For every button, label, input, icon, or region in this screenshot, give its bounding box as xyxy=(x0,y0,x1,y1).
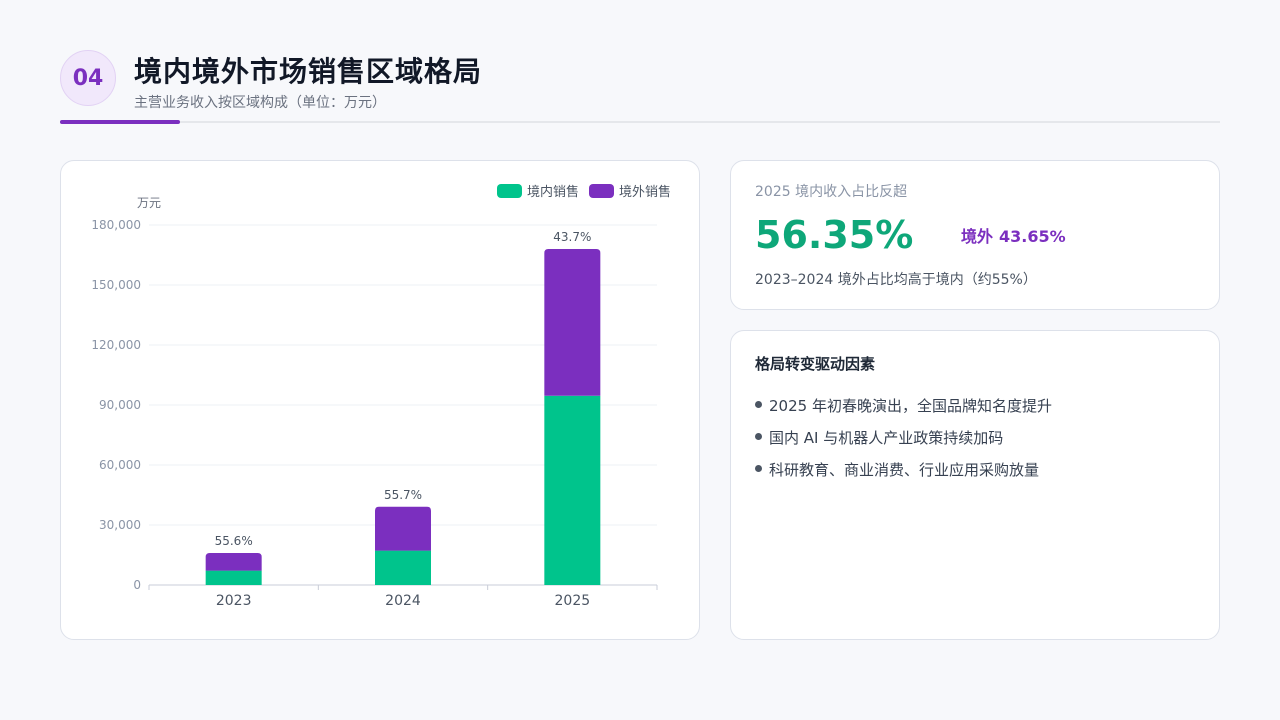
driver-text: 国内 AI 与机器人产业政策持续加码 xyxy=(769,429,1004,447)
bar-data-label: 43.7% xyxy=(553,230,591,244)
list-item: 国内 AI 与机器人产业政策持续加码 xyxy=(755,427,1052,459)
stat-label: 2025 境内收入占比反超 xyxy=(755,184,908,200)
legend-label: 境外销售 xyxy=(619,184,671,200)
list-item: 2025 年初春晚演出，全国品牌知名度提升 xyxy=(755,395,1052,427)
list-item: 科研教育、商业消费、行业应用采购放量 xyxy=(755,459,1052,491)
bar-segment-overseas xyxy=(544,249,601,396)
bullet-icon xyxy=(755,401,762,408)
stat-overseas-value: 43.65% xyxy=(999,227,1066,246)
x-tick-label: 2023 xyxy=(216,593,252,609)
y-axis-label: 万元 xyxy=(137,196,161,210)
y-tick-label: 150,000 xyxy=(91,278,141,292)
driver-text: 2025 年初春晚演出，全国品牌知名度提升 xyxy=(769,397,1052,415)
drivers-title: 格局转变驱动因素 xyxy=(755,355,876,373)
y-tick-label: 30,000 xyxy=(99,518,141,532)
chart-card: 0 30,000 60,000 90,000 120,000 150,000 180,000… xyxy=(60,160,700,640)
stat-card: 2025 境内收入占比反超 56.35% 境外 43.65% 2023–2024 … xyxy=(730,160,1220,310)
bar-data-label: 55.7% xyxy=(384,488,422,502)
drivers-list: 2025 年初春晚演出，全国品牌知名度提升 国内 AI 与机器人产业政策持续加码… xyxy=(755,395,1052,491)
bar-data-label: 55.6% xyxy=(215,534,253,548)
y-tick-label: 90,000 xyxy=(99,398,141,412)
bar-segment-overseas xyxy=(205,553,262,571)
legend-swatch xyxy=(589,184,614,198)
y-tick-label: 180,000 xyxy=(91,218,141,232)
driver-text: 科研教育、商业消费、行业应用采购放量 xyxy=(769,461,1040,479)
y-tick-label: 0 xyxy=(133,578,141,592)
bar-segment-domestic xyxy=(205,570,262,585)
drivers-card: 格局转变驱动因素 2025 年初春晚演出，全国品牌知名度提升 国内 AI 与机器… xyxy=(730,330,1220,640)
stacked-bar-chart: 0 30,000 60,000 90,000 120,000 150,000 180,000… xyxy=(91,184,671,609)
stat-note: 2023–2024 境外占比均高于境内（约55%） xyxy=(755,272,1037,288)
bullet-icon xyxy=(755,465,762,472)
section-number-badge: 04 xyxy=(60,50,116,106)
x-tick-label: 2024 xyxy=(385,593,421,609)
bullet-icon xyxy=(755,433,762,440)
header-divider-accent xyxy=(60,120,180,124)
y-tick-label: 120,000 xyxy=(91,338,141,352)
y-tick-label: 60,000 xyxy=(99,458,141,472)
bar-segment-overseas xyxy=(375,506,431,551)
stat-overseas-label: 境外 xyxy=(961,227,994,246)
bar-segment-domestic xyxy=(544,395,601,585)
legend-swatch xyxy=(497,184,522,198)
page-subtitle: 主营业务收入按区域构成（单位：万元） xyxy=(134,95,386,111)
legend-label: 境内销售 xyxy=(527,184,579,200)
page-title: 境内境外市场销售区域格局 xyxy=(134,55,483,88)
header-divider xyxy=(60,121,1220,123)
bar-segment-domestic xyxy=(375,550,431,585)
page-header: 04 境内境外市场销售区域格局 主营业务收入按区域构成（单位：万元） xyxy=(60,48,1220,128)
stat-overseas-share: 境外 43.65% xyxy=(961,223,1066,247)
x-tick-label: 2025 xyxy=(555,593,591,609)
stat-domestic-share: 56.35% xyxy=(755,213,914,257)
